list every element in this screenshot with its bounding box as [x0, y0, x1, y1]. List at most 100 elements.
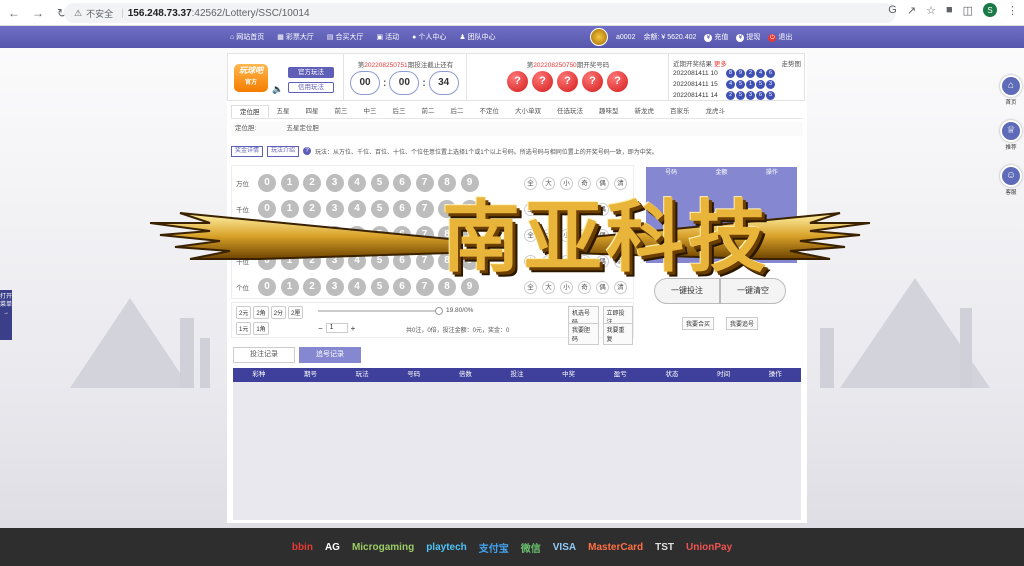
- share-icon[interactable]: ↗: [907, 4, 916, 17]
- browser-toolbar: ← → ↻ ⚠ 不安全 | 156.248.73.37 :42562/Lotte…: [0, 0, 1024, 26]
- table-column: 投注: [510, 371, 524, 378]
- recent-ball: 2: [726, 91, 735, 100]
- url-host: 156.248.73.37: [127, 7, 192, 19]
- multiplier-input[interactable]: 1: [325, 323, 348, 333]
- tab-play[interactable]: 龙虎斗: [698, 105, 734, 118]
- dan-code-button[interactable]: 我要胆码: [568, 323, 599, 345]
- table-column: 彩种: [252, 371, 266, 378]
- chase-number-button[interactable]: 我要追号: [726, 317, 759, 330]
- official-play-button[interactable]: 官方玩法: [288, 67, 334, 78]
- topnav-item[interactable]: ⌂ 网站首页: [230, 32, 264, 42]
- table-column: 玩法: [355, 371, 369, 378]
- topnav-item[interactable]: ▦ 彩票大厅: [277, 32, 314, 42]
- user-avatar[interactable]: [590, 28, 608, 46]
- tab-play[interactable]: 大小单双: [507, 105, 549, 118]
- tab-play[interactable]: 百家乐: [662, 105, 698, 118]
- credit-play-button[interactable]: 信用玩法: [288, 82, 334, 93]
- float-item[interactable]: ⌂ 首页: [1000, 75, 1022, 106]
- unit-button[interactable]: 2厘: [288, 306, 304, 319]
- float-item[interactable]: ♕ 推荐: [1000, 120, 1022, 151]
- topnav-item[interactable]: ● 个人中心: [412, 32, 446, 42]
- withdraw-link[interactable]: ¥ 提现: [736, 32, 760, 42]
- draw-ball: ?: [582, 71, 603, 92]
- topnav-label: 网站首页: [236, 34, 265, 41]
- trend-link[interactable]: 走势图: [782, 58, 802, 68]
- url-path: :42562/Lottery/SSC/10014: [191, 7, 310, 19]
- address-bar[interactable]: ⚠ 不安全 | 156.248.73.37 :42562/Lottery/SSC…: [64, 3, 896, 23]
- small-buttons: 我要合买 我要追号: [682, 317, 759, 330]
- table-column: 时间: [717, 371, 731, 378]
- draw-ball: ?: [557, 71, 578, 92]
- recent-row: 2022081411 10 8 9 2 4 6: [673, 69, 775, 78]
- table-column: 中奖: [562, 371, 576, 378]
- timer-hours: 00: [350, 71, 380, 95]
- recent-ball: 2: [746, 69, 755, 78]
- tab-play[interactable]: 后三: [385, 105, 414, 118]
- cart-column: 操作: [765, 170, 778, 176]
- payment-logo: AG: [324, 541, 340, 553]
- translate-icon[interactable]: G: [888, 4, 897, 16]
- bet-totals: 共0注，0倍，投注金额：0元，奖金：0: [406, 328, 510, 334]
- play-tabs: 定位胆 五星 四星 前三 中三 后三 前二 后二 不定位 大小单双 任选玩法 趣味型 新龙虎 百家乐 龙虎斗: [231, 105, 803, 119]
- topnav-item[interactable]: ▤ 合买大厅: [327, 32, 364, 42]
- minus-button[interactable]: −: [318, 324, 323, 333]
- building-decoration: [200, 338, 210, 388]
- forward-icon[interactable]: →: [28, 3, 48, 23]
- open-menu-tab[interactable]: 打开菜单 →: [0, 290, 12, 340]
- tab-play[interactable]: 五星: [269, 105, 298, 118]
- group-buy-button[interactable]: 我要合买: [682, 317, 715, 330]
- star-icon[interactable]: ☆: [926, 4, 936, 17]
- sidepanel-icon[interactable]: ◫: [963, 4, 973, 17]
- logout-label: 退出: [778, 34, 793, 41]
- tab-play[interactable]: 趣味型: [591, 105, 627, 118]
- tab-chase-records[interactable]: 追号记录: [299, 347, 361, 363]
- topnav-item[interactable]: ♟ 团队中心: [459, 32, 495, 42]
- recharge-link[interactable]: ¥ 充值: [704, 32, 728, 42]
- tab-play[interactable]: 任选玩法: [549, 105, 591, 118]
- recent-row: 2022081411 14 2 5 3 6 5: [673, 91, 775, 100]
- unit-button[interactable]: 1角: [253, 322, 269, 335]
- multiplier-stepper: − 1 +: [318, 323, 355, 333]
- tab-play[interactable]: 四星: [298, 105, 327, 118]
- float-label: 客服: [1005, 190, 1017, 196]
- profile-avatar[interactable]: S: [983, 3, 997, 17]
- tab-play[interactable]: 新龙虎: [627, 105, 663, 118]
- play-intro-button[interactable]: 玩法介绍: [267, 145, 300, 157]
- float-item[interactable]: ☺ 客服: [1000, 165, 1022, 196]
- tab-play[interactable]: 前二: [414, 105, 443, 118]
- rebate-slider[interactable]: [318, 307, 443, 315]
- prize-detail-button[interactable]: 奖金详情: [231, 145, 264, 157]
- unit-button[interactable]: 2分: [270, 306, 287, 319]
- unit-button[interactable]: 2元: [236, 306, 252, 319]
- tab-play[interactable]: 定位胆: [231, 105, 269, 118]
- building-decoration: [960, 308, 972, 388]
- draw-ball: ?: [532, 71, 553, 92]
- subtab-five-star[interactable]: 五星定位胆: [286, 122, 319, 136]
- menu-icon[interactable]: ⋮: [1007, 4, 1018, 17]
- tab-bet-records[interactable]: 投注记录: [233, 347, 295, 363]
- recharge-label: 充值: [714, 34, 729, 41]
- back-icon[interactable]: ←: [4, 3, 24, 23]
- logout-link[interactable]: ⏻ 退出: [768, 32, 792, 42]
- repeat-button[interactable]: 我要重复: [602, 323, 633, 345]
- tab-play[interactable]: 不定位: [472, 105, 508, 118]
- topnav-item[interactable]: ▣ 活动: [376, 32, 399, 42]
- table-column: 操作: [768, 371, 782, 378]
- tab-play[interactable]: 前三: [327, 105, 356, 118]
- payment-logo: TST: [655, 541, 675, 553]
- recent-more-link[interactable]: 更多: [714, 61, 727, 68]
- sound-icon[interactable]: 🔈: [272, 84, 283, 95]
- plus-button[interactable]: +: [351, 324, 356, 333]
- nav-icon: ♟: [459, 34, 466, 41]
- recent-ball: 5: [736, 91, 745, 100]
- extensions-icon[interactable]: ■: [946, 4, 953, 16]
- play-rule-text: 玩法：从万位、千位、百位、十位、个位任意位置上选择1个或1个以上号码。所选号码与…: [315, 149, 658, 156]
- logo-box: 玩球吧 官方 🔈 官方玩法 信用玩法: [227, 53, 344, 101]
- recent-ball: 4: [756, 69, 765, 78]
- slider-handle[interactable]: [435, 307, 443, 315]
- unit-button[interactable]: 2角: [253, 306, 269, 319]
- recent-ball: 8: [726, 69, 735, 78]
- tab-play[interactable]: 中三: [356, 105, 385, 118]
- tab-play[interactable]: 后二: [443, 105, 472, 118]
- unit-button[interactable]: 1元: [236, 322, 252, 335]
